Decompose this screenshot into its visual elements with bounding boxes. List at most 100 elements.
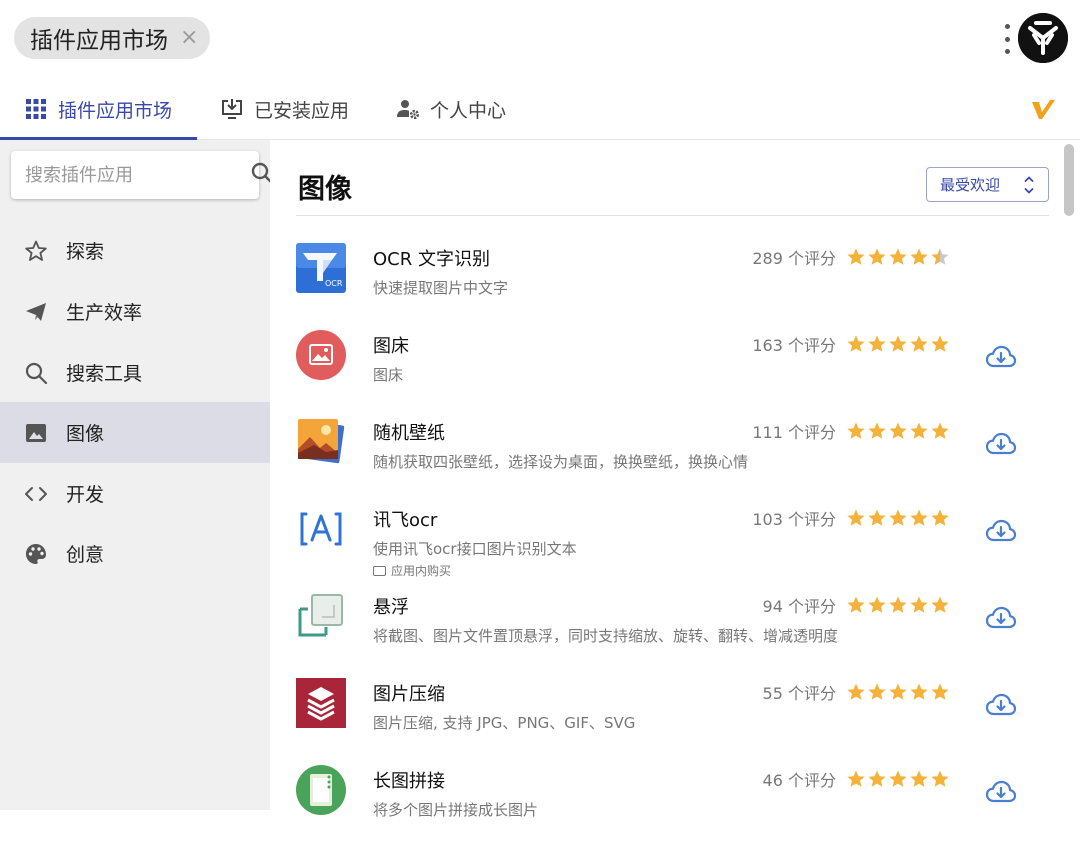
tab-label: 插件应用市场 [58,99,173,122]
sidebar-item-creative[interactable]: 创意 [0,523,270,584]
header-divider [296,215,1049,216]
close-icon[interactable]: × [180,27,198,49]
window-title-chip[interactable]: 插件应用市场 × [14,17,211,59]
main-content: 图像 最受欢迎 OCR OCR 文字识别 快速提取图片中文字 289 个评分 图… [270,140,1080,819]
star-icon [868,509,886,526]
star-icon [910,335,928,352]
app-row-image-host[interactable]: 图床 图床 163 个评分 [270,330,1060,417]
star-icon [868,770,886,787]
app-row-xunfei-ocr[interactable]: 讯飞ocr 使用讯飞ocr接口图片识别文本 应用内购买 103 个评分 [270,504,1060,591]
sidebar-item-label: 创意 [66,544,105,566]
app-rating: 46 个评分 [720,768,950,790]
tab-personal-center[interactable]: 个人中心 [396,78,506,140]
star-icon [889,683,907,700]
app-name: 随机壁纸 [373,423,445,444]
sidebar-item-search-tools[interactable]: 搜索工具 [0,342,270,403]
app-row-wallpaper[interactable]: 随机壁纸 随机获取四张壁纸，选择设为桌面，换换壁纸，换换心情 111 个评分 [270,417,1060,504]
rating-count: 46 个评分 [762,771,836,790]
download-button[interactable] [985,602,1017,634]
app-rating: 94 个评分 [720,594,950,616]
cloud-download-icon [985,693,1017,716]
tab-installed[interactable]: 已安装应用 [220,78,349,140]
code-icon [24,482,48,506]
app-desc: 将截图、图片文件置顶悬浮，同时支持缩放、旋转、翻转、增减透明度 [373,627,839,645]
star-icon [889,422,907,439]
app-logo-icon[interactable] [1018,13,1068,63]
star-icon [931,509,949,526]
star-icon [868,596,886,613]
app-rating: 289 个评分 [720,246,950,268]
tab-plugin-market[interactable]: 插件应用市场 [24,78,172,140]
user-settings-icon [396,97,420,121]
download-button[interactable] [985,515,1017,547]
star-icon [847,683,865,700]
star-rating [845,769,950,789]
sort-label: 最受欢迎 [940,176,1001,194]
app-rating: 163 个评分 [720,333,950,355]
download-button[interactable] [985,341,1017,373]
sidebar-item-productivity[interactable]: 生产效率 [0,281,270,342]
star-icon [931,596,949,613]
sidebar-item-label: 生产效率 [66,302,143,324]
svg-text:OCR: OCR [325,279,343,288]
app-name: 图片压缩 [373,684,445,705]
app-row-ocr[interactable]: OCR OCR 文字识别 快速提取图片中文字 289 个评分 [270,243,1060,330]
sort-select[interactable]: 最受欢迎 [926,167,1049,202]
star-icon [889,596,907,613]
tab-label: 个人中心 [430,99,507,122]
star-rating [845,247,950,267]
star-icon [931,422,949,439]
star-icon [889,248,907,265]
cloud-download-icon [985,780,1017,803]
star-icon [910,248,928,265]
star-rating [845,508,950,528]
app-name: 长图拼接 [373,771,445,792]
app-desc: 图床 [373,366,404,384]
app-row-stitch[interactable]: 长图拼接 将多个图片拼接成长图片 46 个评分 [270,765,1060,852]
float-icon [296,591,346,641]
app-desc: 快速提取图片中文字 [373,279,509,297]
star-icon [847,422,865,439]
app-row-float[interactable]: 悬浮 将截图、图片文件置顶悬浮，同时支持缩放、旋转、翻转、增减透明度 94 个评… [270,591,1060,678]
app-rating: 55 个评分 [720,681,950,703]
palette-icon [24,542,48,566]
title-bar: 插件应用市场 × [0,0,1080,78]
more-menu-icon[interactable] [1000,24,1014,54]
app-row-compress[interactable]: 图片压缩 图片压缩, 支持 JPG、PNG、GIF、SVG 55 个评分 [270,678,1060,765]
app-rating: 103 个评分 [720,507,950,529]
xunfei-ocr-icon [296,504,346,554]
star-rating [845,334,950,354]
search-input[interactable] [25,164,250,186]
star-icon [889,509,907,526]
v-brand-icon[interactable] [1030,96,1056,122]
star-icon [931,248,949,265]
cloud-download-icon [985,345,1017,368]
scrollbar-thumb[interactable] [1064,144,1074,216]
badge-label: 应用内购买 [391,564,452,578]
sidebar-item-explore[interactable]: 探索 [0,220,270,281]
app-name: OCR 文字识别 [373,249,490,270]
download-button[interactable] [985,689,1017,721]
download-button[interactable] [985,776,1017,808]
stitch-icon [296,765,346,815]
rating-count: 103 个评分 [752,510,836,529]
star-rating [845,595,950,615]
star-icon [910,770,928,787]
sidebar-item-image[interactable]: 图像 [0,402,270,463]
star-icon [931,335,949,352]
rating-count: 163 个评分 [752,336,836,355]
download-button[interactable] [985,428,1017,460]
sidebar-item-label: 搜索工具 [66,363,143,385]
sort-chevron-icon [1024,174,1034,196]
sidebar-item-label: 开发 [66,484,105,506]
wallpaper-icon [296,417,346,467]
sidebar-item-develop[interactable]: 开发 [0,463,270,524]
app-desc: 图片压缩, 支持 JPG、PNG、GIF、SVG [373,714,636,732]
image-icon [24,421,48,445]
star-icon [889,335,907,352]
star-icon [889,770,907,787]
star-icon [868,335,886,352]
tab-label: 已安装应用 [254,99,350,122]
star-icon [847,335,865,352]
grid-icon [24,97,48,121]
